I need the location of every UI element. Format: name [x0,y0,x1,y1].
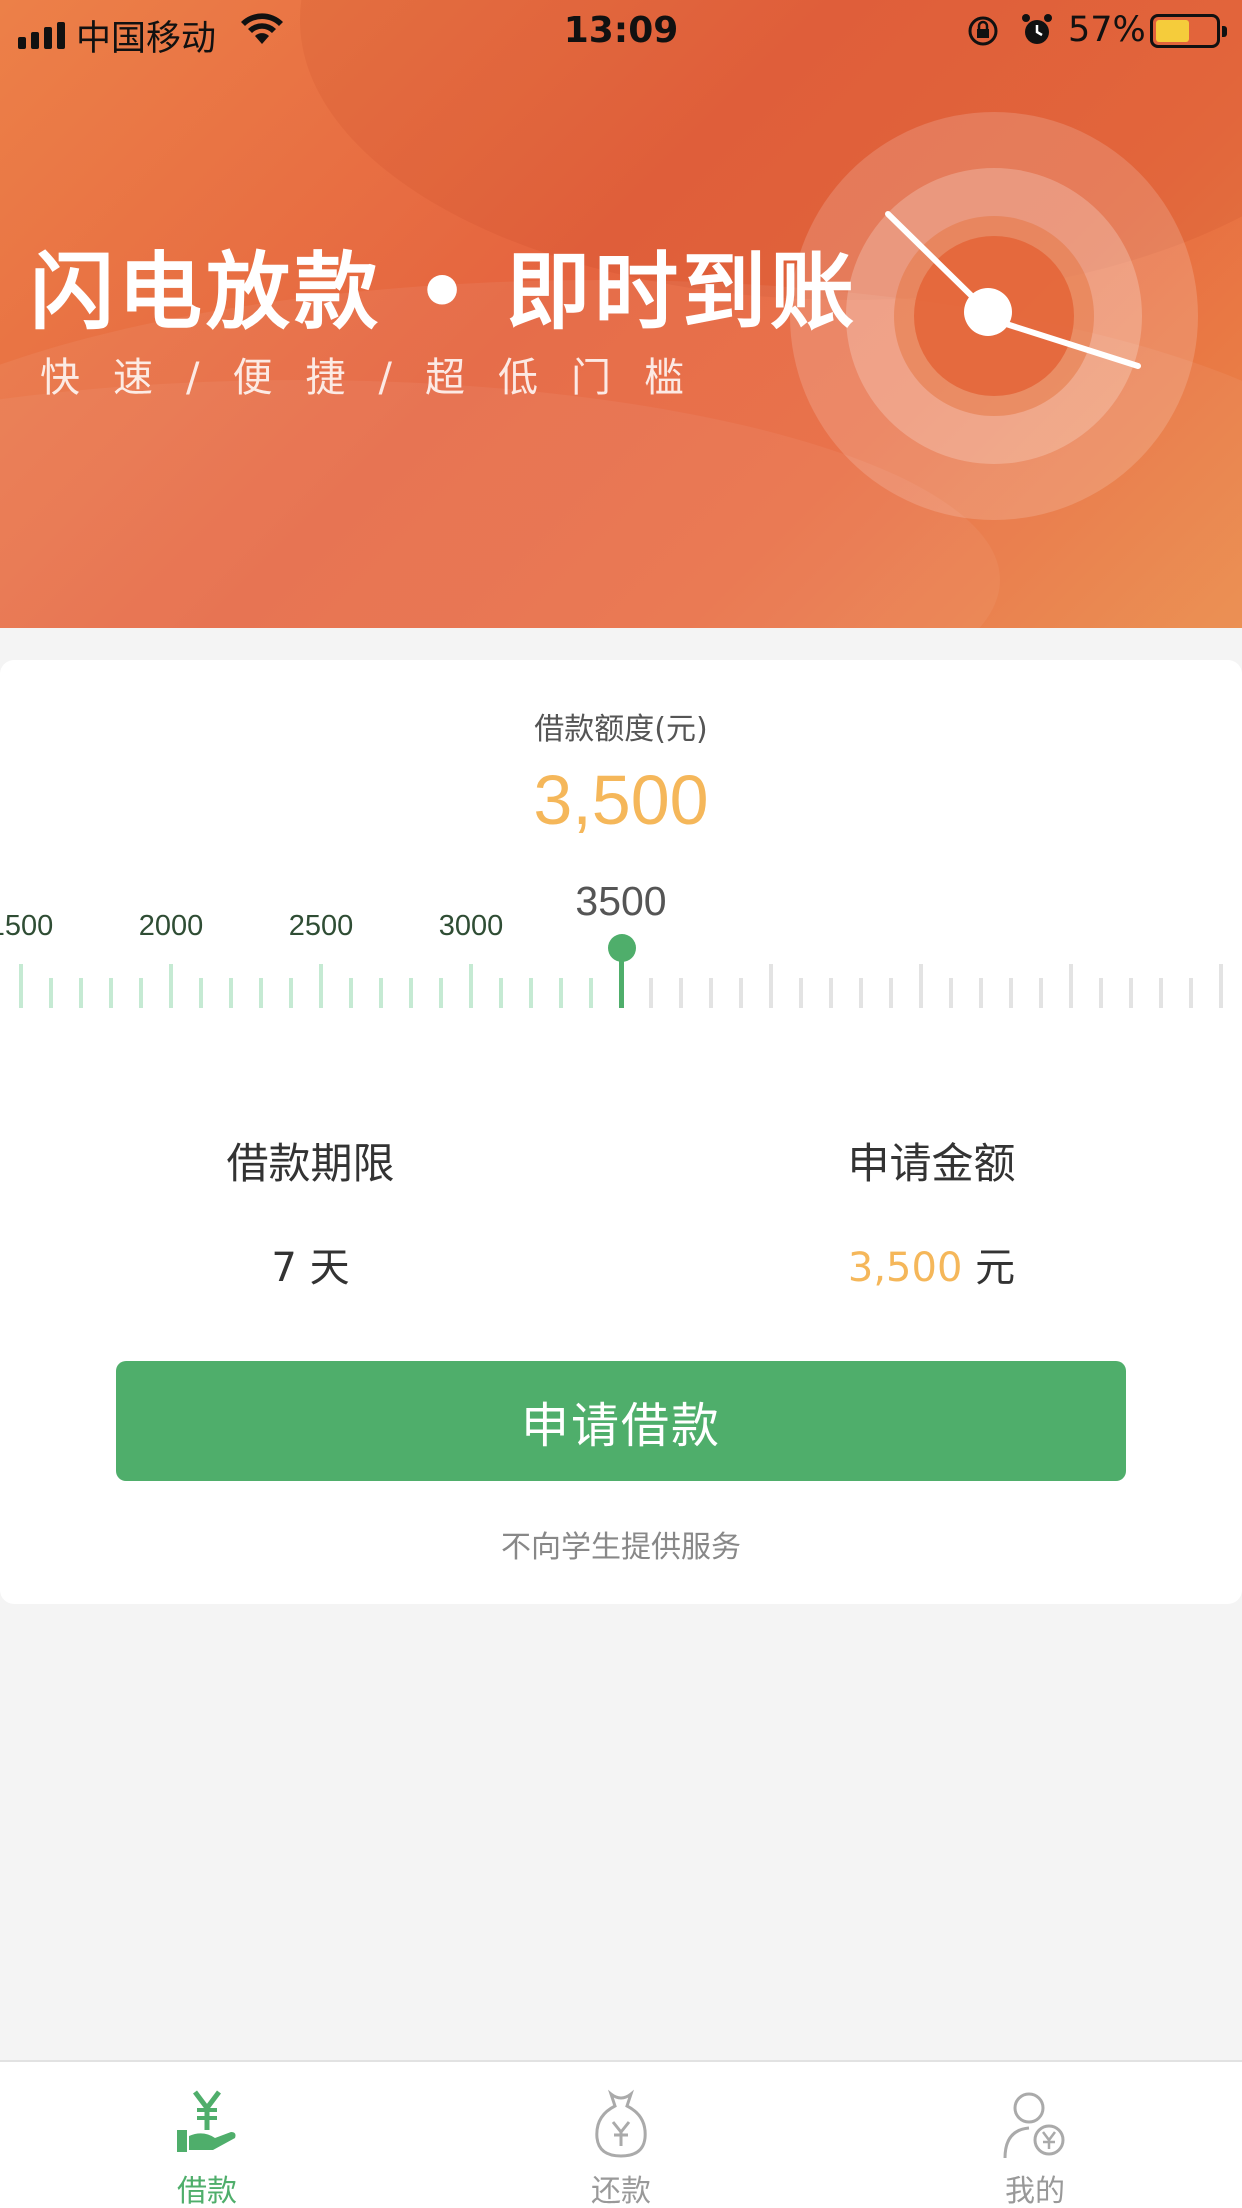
slider-tick [349,978,353,1008]
slider-tick [1009,978,1013,1008]
slider-tick [979,978,983,1008]
slider-tick [169,964,173,1008]
alarm-icon [1020,12,1054,57]
slider-tick [259,978,263,1008]
slider-tick [19,964,23,1008]
slider-tick [79,978,83,1008]
clock-time: 13:09 [563,10,679,51]
slider-tick [1159,978,1163,1008]
bottom-tab-bar: 借款 还款 我的 [0,2060,1242,2208]
slider-tick [139,978,143,1008]
apply-amount-unit: 元 [975,1245,1016,1291]
slider-tick [109,978,113,1008]
tab-repay-label: 还款 [591,2174,651,2208]
slider-tick [529,978,533,1008]
slider-tick [769,964,773,1008]
slider-tick [409,978,413,1008]
tab-mine-label: 我的 [1005,2174,1065,2208]
slider-tick [949,978,953,1008]
hero-banner: 中国移动 13:09 57% 闪电放款 • 即时到账 快速/便捷/超低门槛 [0,0,1242,628]
slider-tick [1129,978,1133,1008]
slider-tick [559,978,563,1008]
loan-card: 借款额度(元) 3,500 3500 1500 2000 2500 3000 借款期限… [0,660,1242,1604]
slider-tick [649,978,653,1008]
slider-tick [469,964,473,1008]
slider-tick [439,978,443,1008]
battery-icon [1150,14,1227,48]
slider-tick [1189,978,1193,1008]
student-notice: 不向学生提供服务 [501,1530,741,1565]
slider-tick [889,978,893,1008]
status-bar: 中国移动 13:09 57% [0,0,1242,64]
slider-tick-label: 2500 [288,910,354,942]
slider-tick [589,978,593,1008]
loan-term-value: 7 天 [271,1245,350,1291]
slider-tick [319,964,323,1008]
apply-amount-value-row: 3,500 元 [621,1235,1242,1293]
slider-tick [49,978,53,1008]
slider-handle[interactable] [608,934,636,962]
slider-tick [289,978,293,1008]
orientation-lock-icon [966,14,1000,57]
battery-percent: 57% [1068,10,1146,50]
hero-title: 闪电放款 • 即时到账 [30,243,859,341]
user-yen-icon [1003,2092,1065,2159]
tab-repay[interactable]: 还款 [414,2062,828,2208]
clock-illustration-icon [790,112,1198,520]
hero-subtitle: 快速/便捷/超低门槛 [40,355,717,401]
slider-tick [709,978,713,1008]
slider-tick [229,978,233,1008]
apply-amount-value: 3,500 [847,1245,963,1291]
slider-tick-label: 3000 [438,910,504,942]
apply-amount-label: 申请金额 [847,1139,1016,1188]
slider-tick [1039,978,1043,1008]
tab-loan-label: 借款 [177,2174,237,2208]
slider-tick-label: 1500 [0,910,54,942]
apply-loan-button[interactable]: 申请借款 [116,1361,1126,1481]
slider-tick [679,978,683,1008]
tab-mine[interactable]: 我的 [828,2062,1242,2208]
money-bag-yen-icon [595,2089,647,2158]
slider-tick [1069,964,1073,1008]
apply-amount-section: 申请金额 3,500 元 [621,1130,1242,1293]
tab-loan[interactable]: 借款 [0,2062,414,2208]
slider-tick [199,978,203,1008]
amount-slider[interactable]: 3500 1500 2000 2500 3000 [0,878,1242,1028]
slider-tick [739,978,743,1008]
loan-term-label: 借款期限 [226,1139,395,1188]
slider-tick [829,978,833,1008]
loan-term-section: 借款期限 7 天 [0,1130,621,1293]
slider-tick [379,978,383,1008]
slider-tick [1219,964,1223,1008]
slider-current-value: 3500 [575,878,667,924]
slider-tick [499,978,503,1008]
loan-hand-yen-icon [177,2090,236,2152]
slider-tick [1099,978,1103,1008]
loan-amount-display: 3,500 [533,761,709,839]
slider-tick [859,978,863,1008]
slider-tick [799,978,803,1008]
loan-limit-label: 借款额度(元) [534,712,708,747]
slider-tick-label: 2000 [138,910,204,942]
slider-tick [919,964,923,1008]
